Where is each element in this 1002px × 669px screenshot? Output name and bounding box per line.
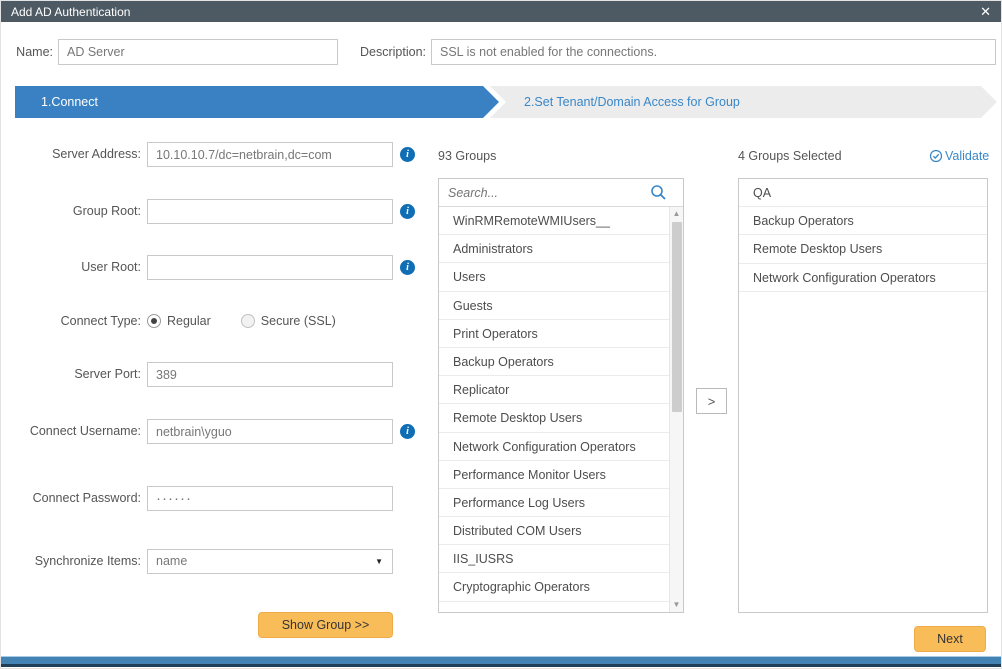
group-list-item[interactable]: IIS_IUSRS — [439, 545, 669, 573]
description-label: Description: — [351, 39, 426, 65]
selected-group-item[interactable]: Remote Desktop Users — [739, 235, 987, 263]
connect-type-radio-group: Regular Secure (SSL) — [147, 312, 360, 330]
radio-regular-label: Regular — [167, 314, 211, 328]
selected-group-item[interactable]: Network Configuration Operators — [739, 264, 987, 292]
synchronize-items-select[interactable]: name ▼ — [147, 549, 393, 574]
group-name: WinRMRemoteWMIUsers__ — [453, 214, 610, 228]
group-name: Performance Log Users — [453, 496, 585, 510]
server-address-input[interactable] — [147, 142, 393, 167]
validate-link[interactable]: Validate — [929, 147, 991, 165]
selected-groups-count-label: 4 Groups Selected — [738, 147, 842, 165]
group-list-item[interactable]: Print Operators — [439, 320, 669, 348]
search-icon[interactable] — [650, 184, 667, 204]
user-root-input[interactable] — [147, 255, 393, 280]
group-name: Administrators — [453, 242, 533, 256]
group-root-label: Group Root: — [1, 199, 141, 224]
selected-group-item[interactable]: QA — [739, 179, 987, 207]
group-name: Distributed COM Users — [453, 524, 582, 538]
group-name: Guests — [453, 299, 493, 313]
scroll-up-icon[interactable]: ▲ — [670, 207, 683, 221]
show-group-button[interactable]: Show Group >> — [258, 612, 393, 638]
group-name: Network Configuration Operators — [453, 440, 636, 454]
wizard-step-tenant-domain-access[interactable]: 2.Set Tenant/Domain Access for Group — [490, 86, 997, 118]
group-list-item[interactable]: WinRMRemoteWMIUsers__ — [439, 207, 669, 235]
connect-username-input[interactable] — [147, 419, 393, 444]
group-name: Replicator — [453, 383, 509, 397]
dialog-bottom-bar — [1, 656, 1001, 667]
group-name: Users — [453, 270, 486, 284]
selected-group-name: Network Configuration Operators — [753, 271, 936, 285]
groups-scrollbar[interactable]: ▲ ▼ — [669, 207, 683, 612]
dialog-titlebar: Add AD Authentication ✕ — [1, 1, 1001, 22]
group-list-item[interactable]: Guests — [439, 292, 669, 320]
connect-password-input[interactable] — [147, 486, 393, 511]
chevron-down-icon: ▼ — [375, 550, 383, 573]
group-name: Remote Desktop Users — [453, 411, 582, 425]
selected-group-item[interactable]: Backup Operators — [739, 207, 987, 235]
server-address-label: Server Address: — [1, 142, 141, 167]
scrollbar-thumb[interactable] — [672, 222, 682, 412]
group-list-item[interactable]: Cryptographic Operators — [439, 573, 669, 601]
groups-panel: WinRMRemoteWMIUsers__ Administrators Use… — [438, 178, 684, 613]
group-list-item[interactable]: Users — [439, 263, 669, 291]
add-ad-authentication-dialog: Add AD Authentication ✕ Name: Descriptio… — [0, 0, 1002, 669]
selected-groups-list: QA Backup Operators Remote Desktop Users… — [739, 179, 987, 612]
group-search-input[interactable] — [439, 179, 683, 206]
server-port-label: Server Port: — [1, 362, 141, 387]
selected-group-name: QA — [753, 186, 771, 200]
radio-secure-ssl-label: Secure (SSL) — [261, 314, 336, 328]
group-list-item[interactable]: Replicator — [439, 376, 669, 404]
radio-secure-ssl[interactable] — [241, 314, 255, 328]
description-input[interactable] — [431, 39, 996, 65]
group-list-item[interactable]: Performance Log Users — [439, 489, 669, 517]
connect-type-label: Connect Type: — [1, 309, 141, 334]
user-root-info-icon[interactable]: i — [400, 260, 415, 275]
name-label: Name: — [7, 39, 53, 65]
close-icon[interactable]: ✕ — [980, 5, 991, 18]
validate-check-icon — [929, 149, 943, 163]
group-name: Performance Monitor Users — [453, 468, 606, 482]
wizard-step-connect[interactable]: 1.Connect — [15, 86, 499, 118]
groups-list: WinRMRemoteWMIUsers__ Administrators Use… — [439, 207, 669, 612]
name-input[interactable] — [58, 39, 338, 65]
radio-regular[interactable] — [147, 314, 161, 328]
selected-group-name: Backup Operators — [753, 214, 854, 228]
group-search-row — [439, 179, 683, 207]
selected-group-name: Remote Desktop Users — [753, 242, 882, 256]
group-list-item[interactable]: Performance Monitor Users — [439, 461, 669, 489]
dialog-title: Add AD Authentication — [11, 5, 130, 19]
group-root-input[interactable] — [147, 199, 393, 224]
group-root-info-icon[interactable]: i — [400, 204, 415, 219]
server-port-input[interactable] — [147, 362, 393, 387]
move-right-button[interactable]: > — [696, 388, 727, 414]
group-list-item[interactable]: Network Configuration Operators — [439, 433, 669, 461]
group-name: Backup Operators — [453, 355, 554, 369]
validate-label: Validate — [945, 149, 989, 163]
user-root-label: User Root: — [1, 255, 141, 280]
connect-password-label: Connect Password: — [1, 486, 141, 511]
group-name: Print Operators — [453, 327, 538, 341]
groups-count-label: 93 Groups — [438, 147, 496, 165]
connect-username-info-icon[interactable]: i — [400, 424, 415, 439]
connect-username-label: Connect Username: — [1, 419, 141, 444]
group-list-item[interactable]: Remote Desktop Users — [439, 404, 669, 432]
server-address-info-icon[interactable]: i — [400, 147, 415, 162]
group-name: IIS_IUSRS — [453, 552, 513, 566]
group-list-item[interactable]: Administrators — [439, 235, 669, 263]
group-list-item[interactable]: Distributed COM Users — [439, 517, 669, 545]
selected-groups-panel: QA Backup Operators Remote Desktop Users… — [738, 178, 988, 613]
scroll-down-icon[interactable]: ▼ — [670, 598, 683, 612]
next-button[interactable]: Next — [914, 626, 986, 652]
group-name: Cryptographic Operators — [453, 580, 590, 594]
synchronize-items-value: name — [156, 554, 187, 568]
group-list-item[interactable]: Backup Operators — [439, 348, 669, 376]
synchronize-items-label: Synchronize Items: — [1, 549, 141, 574]
